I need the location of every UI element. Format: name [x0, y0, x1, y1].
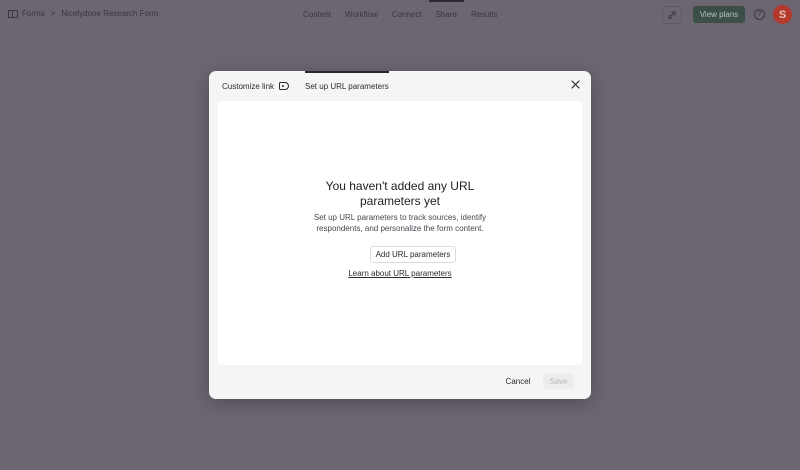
tab-content[interactable]: Content: [296, 0, 338, 30]
empty-state-description-line-1: Set up URL parameters to track sources, …: [313, 213, 487, 222]
top-bar: Forms > Nicelydone Research Form Content…: [0, 0, 800, 30]
add-url-parameters-button[interactable]: Add URL parameters: [370, 246, 456, 263]
tag-icon: [279, 82, 290, 90]
url-parameters-dialog: Customize link Set up URL parameters You…: [209, 71, 591, 399]
main-nav: Content Workflow Connect Share Results: [296, 0, 505, 30]
tab-url-parameters-label: Set up URL parameters: [305, 81, 389, 91]
forms-icon: [8, 9, 18, 18]
empty-state-title-line-1: You haven't added any URL: [325, 179, 475, 193]
breadcrumb: Forms > Nicelydone Research Form: [8, 9, 158, 18]
cancel-button[interactable]: Cancel: [499, 373, 537, 389]
active-tab-indicator: [305, 71, 389, 73]
view-plans-button[interactable]: View plans: [693, 6, 745, 23]
learn-url-parameters-link[interactable]: Learn about URL parameters: [218, 269, 582, 278]
tab-customize-link-label: Customize link: [222, 81, 275, 91]
save-button[interactable]: Save: [543, 373, 574, 389]
tab-workflow[interactable]: Workflow: [338, 0, 385, 30]
close-button[interactable]: [570, 80, 581, 91]
breadcrumb-form-name[interactable]: Nicelydone Research Form: [61, 9, 158, 18]
tab-share[interactable]: Share: [428, 0, 465, 30]
empty-state-title-line-2: parameters yet: [359, 194, 441, 208]
tab-connect[interactable]: Connect: [385, 0, 429, 30]
breadcrumb-separator: >: [50, 9, 56, 18]
empty-state-title: You haven't added any URL parameters yet: [218, 179, 582, 209]
tab-customize-link[interactable]: Customize link: [222, 71, 290, 101]
avatar[interactable]: S: [773, 5, 792, 24]
empty-state-description: Set up URL parameters to track sources, …: [218, 212, 582, 234]
link-icon: [668, 11, 676, 19]
tab-results[interactable]: Results: [464, 0, 505, 30]
help-icon[interactable]: ?: [754, 9, 765, 20]
empty-state-description-line-2: respondents, and personalize the form co…: [316, 224, 484, 233]
close-icon: [571, 80, 580, 89]
tab-url-parameters[interactable]: Set up URL parameters: [305, 71, 389, 101]
dialog-header: Customize link Set up URL parameters: [209, 71, 591, 101]
copy-link-button[interactable]: [662, 6, 682, 24]
empty-state-panel: You haven't added any URL parameters yet…: [218, 101, 582, 365]
breadcrumb-forms[interactable]: Forms: [22, 9, 45, 18]
